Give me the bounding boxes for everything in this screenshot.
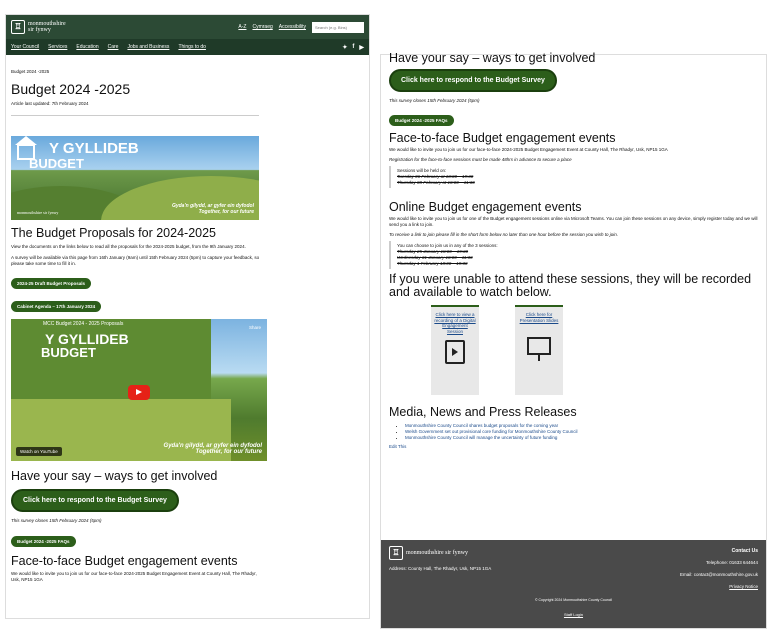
news-link[interactable]: Monmouthshire County Council shares budg…	[405, 423, 558, 428]
proposals-heading: The Budget Proposals for 2024-2025	[11, 226, 216, 240]
media-heading: Media, News and Press Releases	[389, 405, 577, 419]
news-link[interactable]: Welsh Government set out provisional cor…	[405, 429, 578, 434]
banner-tagline: Gyda'n gilydd, ar gyfer ein dyfodol Toge…	[171, 203, 254, 215]
survey-button-right[interactable]: Click here to respond to the Budget Surv…	[389, 69, 557, 92]
page-title: Budget 2024 -2025	[11, 81, 131, 97]
top-links: A-Z Cymraeg Accessibility	[238, 24, 306, 30]
accessibility-link[interactable]: Accessibility	[279, 24, 306, 30]
recorded-sessions-heading: If you were unable to attend these sessi…	[389, 272, 752, 299]
logo-name-welsh: sir fynwy	[28, 27, 51, 33]
survey-closes-note: This survey closes 15th February 2024 (5…	[11, 518, 102, 523]
online-events-paragraph: We would like to invite you to join us f…	[389, 216, 758, 227]
breadcrumb: Budget 2024 -2025	[11, 69, 50, 74]
online-events-note: To receive a link to join please fill in…	[389, 232, 618, 237]
footer-contact-heading: Contact Us	[731, 548, 758, 554]
resource-cards: Click here to view a recording of a Digi…	[431, 305, 758, 395]
faq-button-right[interactable]: Budget 2024 -2025 FAQs	[389, 115, 454, 126]
cabinet-agenda-button[interactable]: Cabinet Agenda – 17th January 2024	[11, 301, 102, 312]
survey-button[interactable]: Click here to respond to the Budget Surv…	[11, 489, 179, 512]
nav-things-to-do[interactable]: Things to do	[178, 44, 206, 50]
video-title[interactable]: MCC Budget 2024 - 2025 Proposals	[43, 321, 123, 327]
session-item: Thursday 1 February 18:00 – 19:30	[397, 261, 468, 266]
video-tagline: Gyda'n gilydd, ar gyfer ein dyfodol Toge…	[163, 443, 262, 455]
cymraeg-link[interactable]: Cymraeg	[252, 24, 272, 30]
site-logo[interactable]: ♖ monmouthshire sir fynwy	[11, 20, 66, 34]
news-list: Monmouthshire County Council shares budg…	[389, 423, 758, 441]
video-file-icon	[445, 340, 465, 364]
council-logo-icon: ♖	[389, 546, 403, 560]
last-updated: Article last updated: 7th February 2024	[11, 101, 89, 106]
az-link[interactable]: A-Z	[238, 24, 246, 30]
recording-card[interactable]: Click here to view a recording of a Digi…	[431, 305, 479, 395]
left-page-panel: ♖ monmouthshire sir fynwy A-Z Cymraeg Ac…	[5, 14, 370, 619]
watch-on-youtube-link[interactable]: Watch on YouTube	[16, 447, 62, 456]
banner-logo: monmouthshire sir fynwy	[17, 210, 59, 215]
proposals-paragraph-1: View the documents on the links below to…	[11, 244, 246, 249]
site-footer: ♖ monmouthshire sir fynwy Address: Count…	[381, 540, 766, 628]
get-involved-heading: Have your say – ways to get involved	[11, 469, 218, 483]
nav-jobs[interactable]: Jobs and Business	[127, 44, 169, 50]
presentation-icon	[527, 337, 551, 361]
draft-proposals-button[interactable]: 2024-25 Draft Budget Proposals	[11, 278, 92, 289]
nav-your-council[interactable]: Your Council	[11, 44, 39, 50]
slides-card[interactable]: Click here for Presentation Slides	[515, 305, 563, 395]
proposals-paragraph-2: A survey will be available via this page…	[11, 255, 260, 266]
footer-phone: Telephone: 01633 644644	[705, 560, 758, 565]
privacy-notice-link[interactable]: Privacy Notice	[729, 584, 758, 589]
twitter-icon[interactable]: ✦	[342, 44, 347, 51]
session-item: Thursday 08 February at 10:00 – 11:30	[397, 180, 475, 185]
face-to-face-note: Registration for the face-to-face sessio…	[389, 157, 572, 162]
staff-login-link[interactable]: Staff Login	[381, 612, 766, 617]
footer-logo[interactable]: ♖ monmouthshire sir fynwy	[389, 546, 758, 560]
recording-link[interactable]: Click here to view a recording of a Digi…	[434, 312, 476, 334]
banner-title-welsh: Y GYLLIDEB	[49, 140, 139, 157]
right-page-panel: Have your say – ways to get involved Cli…	[380, 51, 767, 629]
youtube-icon[interactable]: ▶	[359, 44, 364, 51]
main-nav: Your Council Services Education Care Job…	[6, 39, 369, 55]
nav-services[interactable]: Services	[48, 44, 67, 50]
site-header: ♖ monmouthshire sir fynwy A-Z Cymraeg Ac…	[6, 15, 369, 39]
share-button[interactable]: Share	[249, 325, 261, 330]
face-to-face-paragraph: We would like to invite you to join us f…	[11, 571, 257, 582]
nav-care[interactable]: Care	[108, 44, 119, 50]
faq-button[interactable]: Budget 2024 -2025 FAQs	[11, 536, 76, 547]
facebook-icon[interactable]: f	[352, 44, 354, 51]
footer-copyright: © Copyright 2024 Monmouthshire County Co…	[534, 598, 613, 602]
face-to-face-heading-right: Face-to-face Budget engagement events	[389, 131, 616, 145]
online-events-heading: Online Budget engagement events	[389, 200, 582, 214]
edit-this-link[interactable]: Edit This	[389, 444, 406, 449]
play-button-icon[interactable]	[128, 385, 150, 400]
face-to-face-heading: Face-to-face Budget engagement events	[11, 554, 238, 568]
banner-title: BUDGET	[29, 156, 84, 171]
budget-banner-image: Y GYLLIDEB BUDGET monmouthshire sir fynw…	[11, 136, 259, 220]
nav-education[interactable]: Education	[76, 44, 98, 50]
survey-closes-note-right: This survey closes 15th February 2024 (5…	[389, 98, 480, 103]
search-input[interactable]	[312, 21, 364, 33]
face-to-face-sessions: Sessions will be held on: Tuesday 06 Feb…	[389, 166, 758, 188]
budget-video-player[interactable]: MCC Budget 2024 - 2025 Proposals Share Y…	[11, 319, 267, 461]
online-sessions: You can choose to join us in any of the …	[389, 241, 758, 269]
social-links: ✦ f ▶	[342, 44, 364, 51]
footer-email[interactable]: Email: contact@monmouthshire.gov.uk	[680, 572, 758, 577]
get-involved-heading-continued: Have your say – ways to get involved	[389, 51, 596, 65]
news-link[interactable]: Monmouthshire County Council will manage…	[405, 435, 557, 440]
council-logo-icon: ♖	[11, 20, 25, 34]
divider	[11, 115, 259, 116]
slides-link[interactable]: Click here for Presentation Slides	[518, 312, 560, 323]
face-to-face-paragraph-right: We would like to invite you to join us f…	[389, 147, 668, 152]
